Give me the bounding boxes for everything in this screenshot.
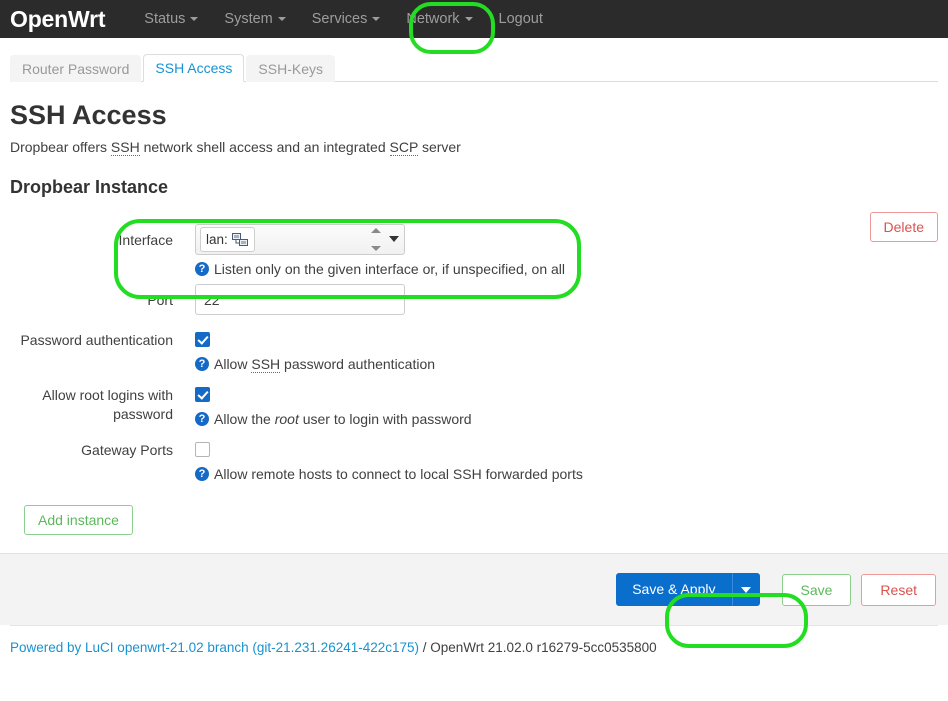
root-login-help-pre: Allow the [214, 411, 275, 428]
gateway-ports-label: Gateway Ports [81, 442, 173, 459]
gateway-ports-field: ? Allow remote hosts to connect to local… [195, 434, 938, 483]
form-row-interface: Interface lan: ? Listen only on the give… [10, 224, 938, 278]
tab-bar: Router Password SSH Access SSH-Keys [10, 54, 938, 82]
form-row-port: Port [10, 284, 938, 318]
interface-label: Interface [118, 232, 173, 249]
help-icon: ? [195, 412, 209, 427]
spinner-down-icon[interactable] [371, 246, 381, 252]
chevron-down-icon [190, 17, 199, 21]
password-auth-checkbox[interactable] [195, 332, 210, 348]
page-description-post: server [418, 139, 461, 156]
root-login-label: Allow root logins with password [42, 387, 173, 423]
nav-item-services-label: Services [311, 11, 368, 27]
form-row-password-authentication: Password authentication ? Allow SSH pass… [10, 324, 938, 374]
chevron-down-icon [277, 17, 286, 21]
nav-item-status-label: Status [144, 11, 186, 27]
interface-select[interactable]: lan: [195, 224, 405, 256]
save-apply-split-button: Save & Apply [616, 573, 760, 607]
dropdown-caret-icon[interactable] [389, 236, 399, 243]
abbr-ssh: SSH [251, 356, 281, 374]
openwrt-version-text: / OpenWrt 21.02.0 r16279-5cc0535800 [419, 640, 657, 656]
abbr-scp: SCP [389, 139, 419, 157]
gateway-ports-help-text: Allow remote hosts to connect to local S… [214, 466, 583, 483]
top-navigation-bar: OpenWrt Status System Services Network L… [0, 0, 948, 38]
port-label: Port [147, 292, 173, 309]
chevron-down-icon [740, 586, 751, 593]
password-auth-help-text: Allow SSH password authentication [214, 355, 436, 374]
save-apply-button[interactable]: Save & Apply [616, 573, 732, 607]
form-row-root-login: Allow root logins with password ? Allow … [10, 379, 938, 428]
interface-spinner[interactable] [370, 228, 382, 252]
network-ports-icon [231, 232, 249, 247]
spinner-up-icon[interactable] [371, 228, 381, 234]
interface-help: ? Listen only on the given interface or,… [195, 260, 938, 278]
add-instance-button[interactable]: Add instance [24, 505, 133, 536]
nav-item-system[interactable]: System [211, 0, 298, 38]
gateway-ports-checkbox[interactable] [195, 442, 210, 458]
root-login-field: ? Allow the root user to login with pass… [195, 379, 938, 428]
tab-router-password[interactable]: Router Password [10, 55, 142, 82]
password-auth-help: ? Allow SSH password authentication [195, 355, 938, 374]
gateway-ports-help: ? Allow remote hosts to connect to local… [195, 465, 938, 483]
root-login-help-text: Allow the root user to login with passwo… [214, 410, 472, 428]
password-auth-help-post: password authentication [280, 356, 436, 373]
page-description-pre: Dropbear offers [10, 139, 111, 156]
chevron-down-icon [464, 17, 473, 21]
brand-logo[interactable]: OpenWrt [10, 7, 105, 31]
page-footer: Powered by LuCI openwrt-21.02 branch (gi… [10, 625, 938, 655]
interface-selected-chip[interactable]: lan: [200, 227, 255, 253]
dropbear-instance-form: Interface lan: ? Listen only on the give… [10, 224, 938, 483]
page-description-mid: network shell access and an integrated [139, 139, 390, 156]
help-icon: ? [195, 357, 209, 372]
reset-button[interactable]: Reset [861, 573, 936, 606]
root-login-help-post: user to login with password [298, 411, 472, 428]
delete-button[interactable]: Delete [869, 212, 938, 243]
password-auth-field: ? Allow SSH password authentication [195, 324, 938, 374]
tab-bar-container: Router Password SSH Access SSH-Keys [0, 38, 948, 82]
nav-item-network-label: Network [406, 11, 460, 27]
password-auth-label: Password authentication [20, 332, 173, 349]
chevron-down-icon [372, 17, 381, 21]
page-title: SSH Access [10, 100, 167, 130]
interface-selected-value: lan: [206, 232, 228, 248]
root-login-help: ? Allow the root user to login with pass… [195, 410, 938, 428]
interface-help-text: Listen only on the given interface or, i… [214, 261, 565, 278]
abbr-ssh: SSH [110, 139, 140, 157]
save-apply-dropdown-toggle[interactable] [731, 573, 760, 607]
port-input[interactable] [195, 284, 405, 316]
save-button[interactable]: Save [781, 573, 852, 606]
help-icon: ? [195, 467, 209, 482]
tab-ssh-keys[interactable]: SSH-Keys [246, 55, 335, 82]
nav-item-status[interactable]: Status [131, 0, 211, 38]
add-instance-row: Add instance [24, 505, 938, 536]
nav-item-services[interactable]: Services [299, 0, 394, 38]
root-login-help-emphasis: root [274, 411, 299, 428]
section-title-dropbear-instance: Dropbear Instance [10, 177, 169, 198]
form-row-gateway-ports: Gateway Ports ? Allow remote hosts to co… [10, 434, 938, 483]
page-description: Dropbear offers SSH network shell access… [10, 139, 938, 157]
nav-item-network[interactable]: Network [393, 0, 485, 38]
nav-item-system-label: System [224, 11, 273, 27]
tab-ssh-access[interactable]: SSH Access [143, 54, 245, 82]
luci-version-link[interactable]: Powered by LuCI openwrt-21.02 branch (gi… [10, 640, 419, 655]
action-bar: Save & Apply Save Reset [0, 553, 948, 626]
nav-item-logout[interactable]: Logout [486, 0, 556, 38]
root-login-checkbox[interactable] [195, 387, 210, 403]
page-content: SSH Access Dropbear offers SSH network s… [0, 100, 948, 536]
password-auth-help-pre: Allow [214, 356, 252, 373]
port-field [195, 284, 938, 316]
interface-field: lan: ? Listen only on the given interfac… [195, 224, 938, 278]
help-icon: ? [195, 262, 209, 277]
